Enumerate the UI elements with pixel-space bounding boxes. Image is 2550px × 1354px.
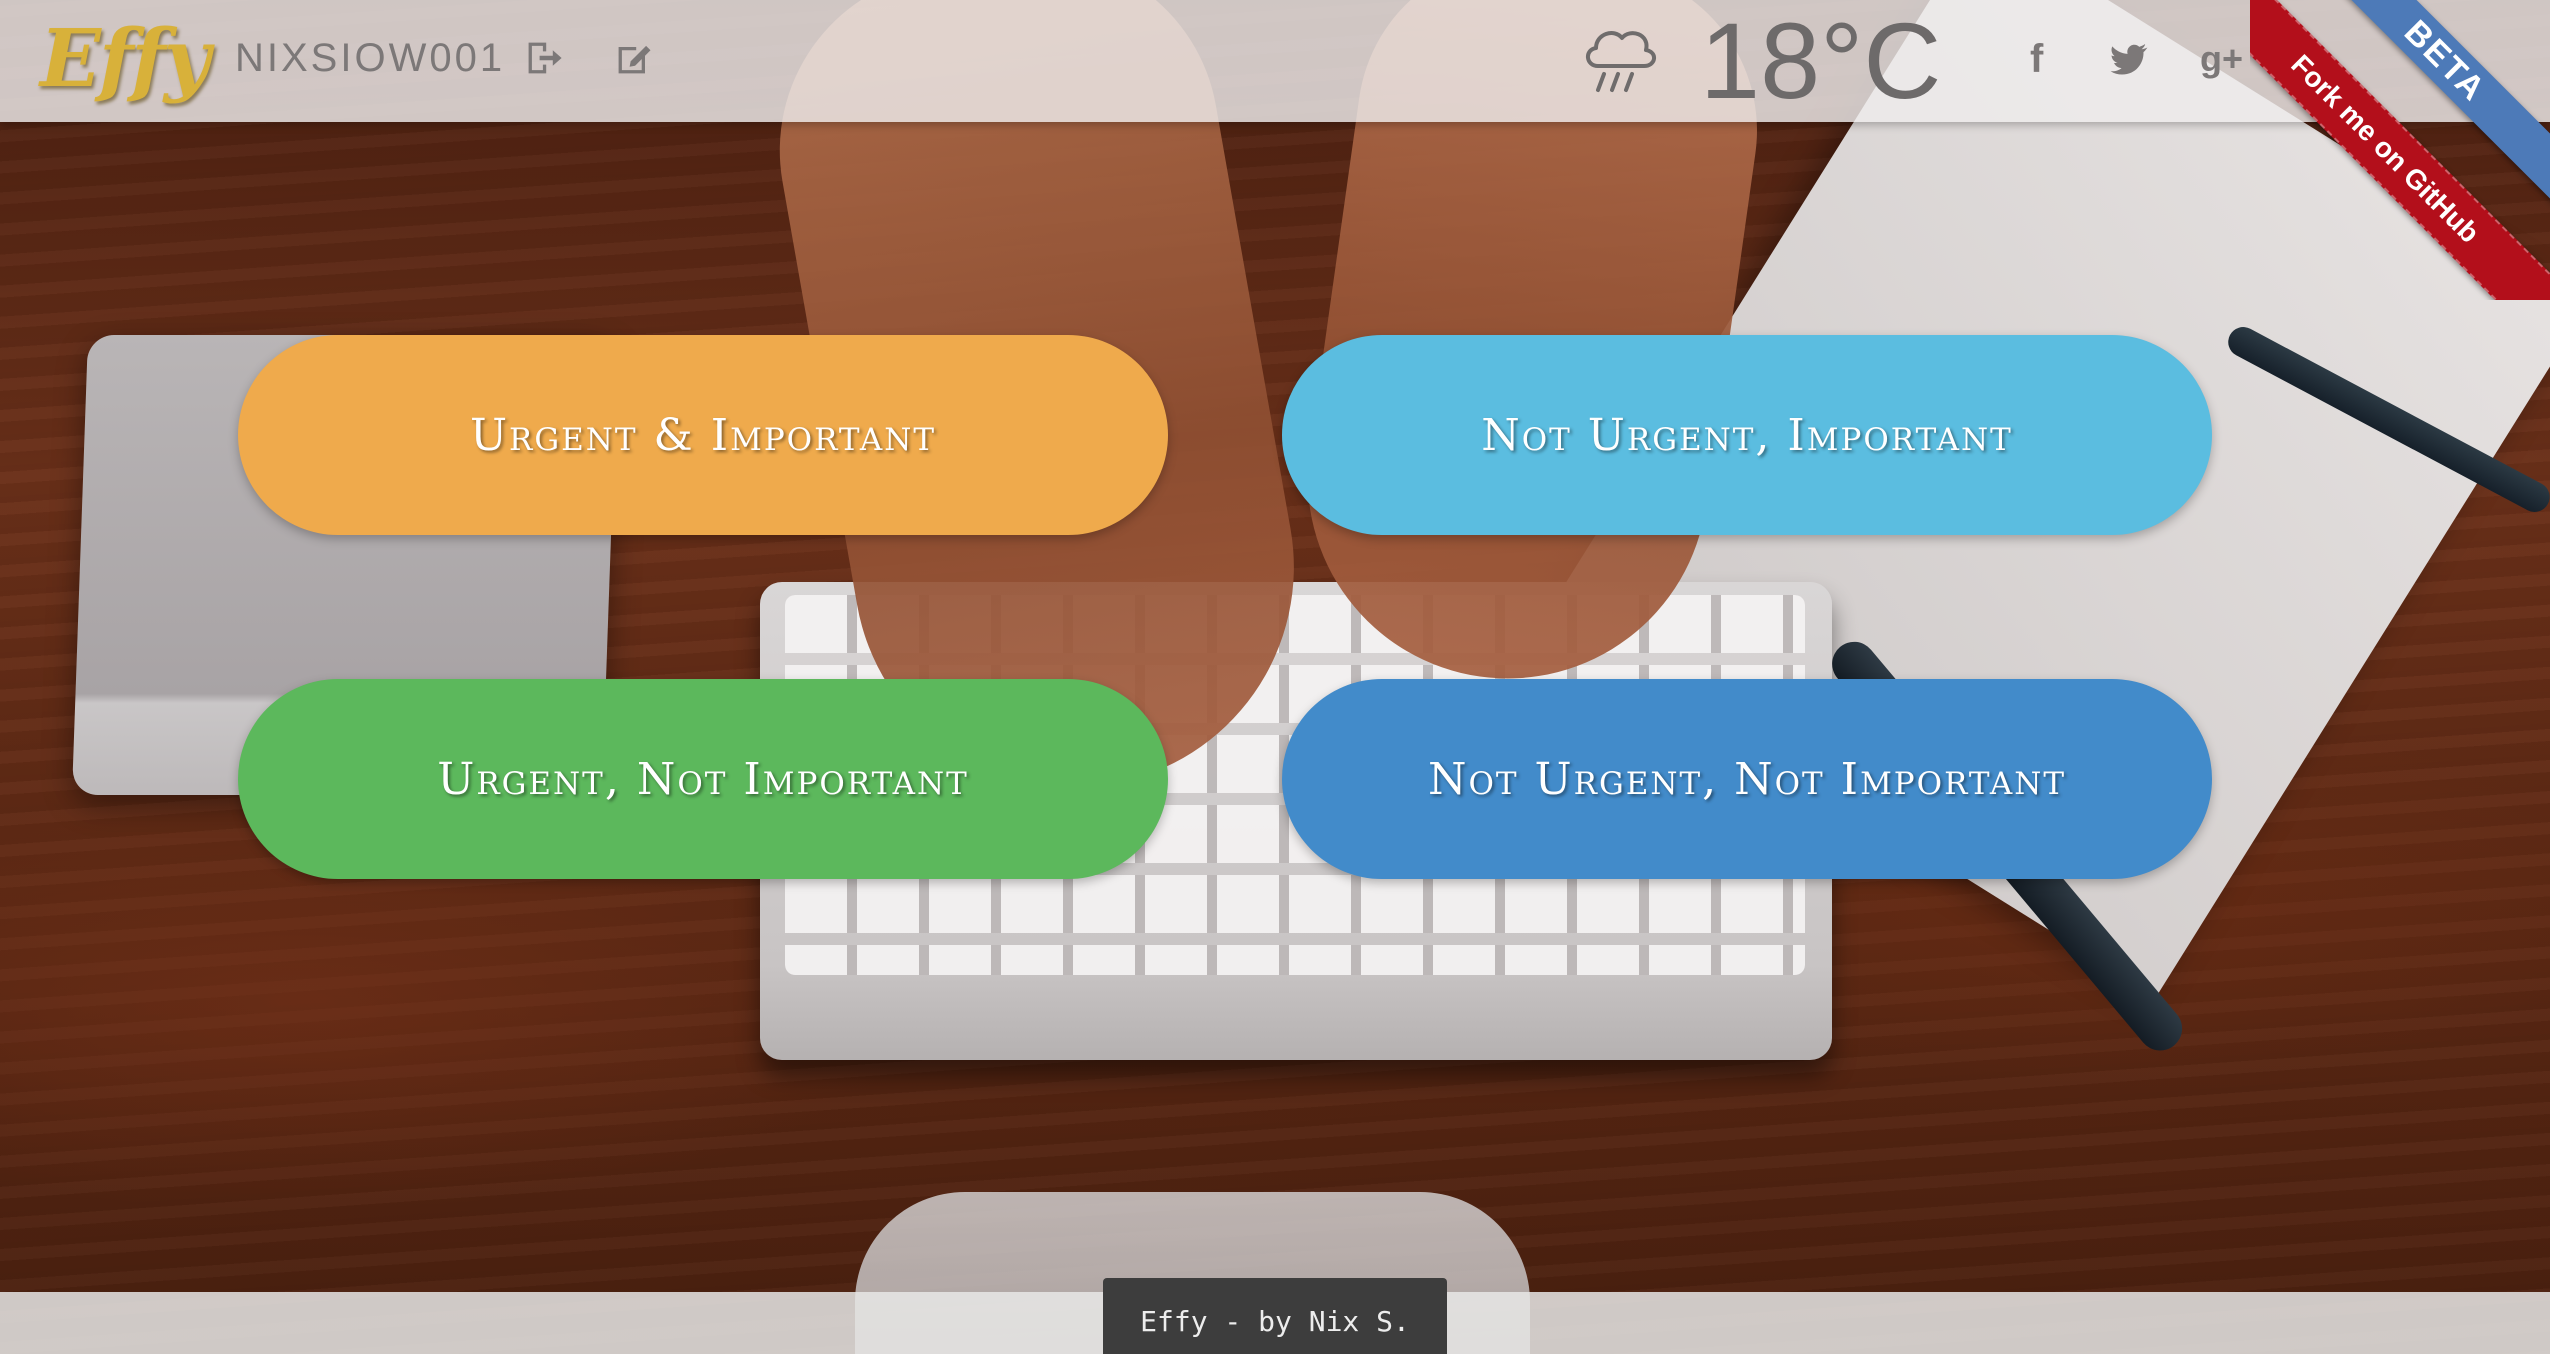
edit-icon[interactable] xyxy=(612,36,656,80)
quadrant-urgent-not-important[interactable]: Urgent, Not Important xyxy=(238,679,1168,879)
twitter-icon[interactable] xyxy=(2106,36,2152,82)
logout-icon[interactable] xyxy=(522,36,566,80)
cloud-rain-icon xyxy=(1586,31,1656,92)
quadrant-urgent-important[interactable]: Urgent & Important xyxy=(238,335,1168,535)
username-label: NIXSIOW001 xyxy=(235,36,506,80)
facebook-icon[interactable]: f xyxy=(2030,36,2043,82)
footer-credit: Effy - by Nix S. xyxy=(1103,1278,1447,1354)
app-logo[interactable]: Effy xyxy=(40,8,210,108)
quadrant-not-urgent-not-important[interactable]: Not Urgent, Not Important xyxy=(1282,679,2212,879)
top-navbar: Effy NIXSIOW001 18°C f g+ xyxy=(0,0,2550,122)
google-plus-icon[interactable]: g+ xyxy=(2200,36,2243,82)
temperature-readout: 18°C xyxy=(1700,0,1942,121)
quadrant-not-urgent-important[interactable]: Not Urgent, Important xyxy=(1282,335,2212,535)
